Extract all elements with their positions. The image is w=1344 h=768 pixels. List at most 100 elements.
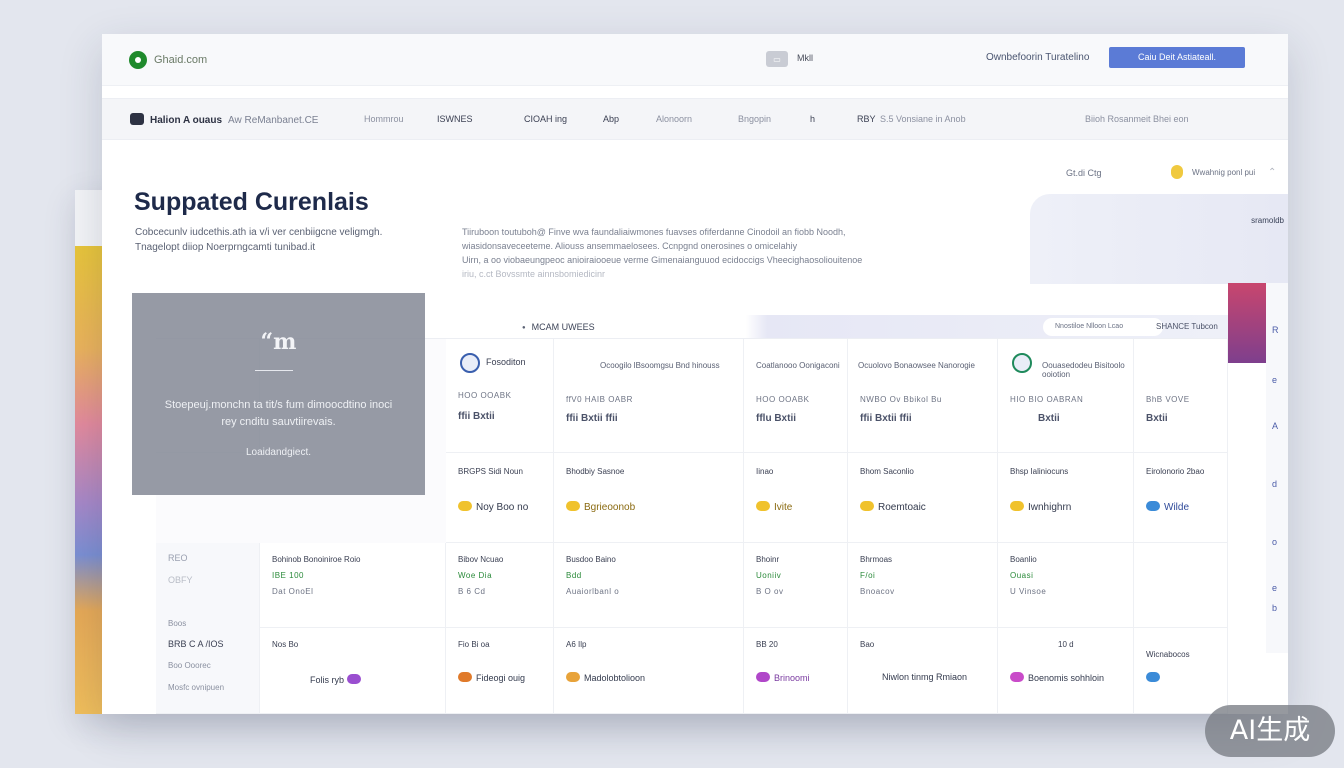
cell-title: Bohinob Bonoiniroe Roio bbox=[272, 555, 361, 564]
cell-title: 10 d bbox=[1058, 640, 1074, 649]
edge-mark[interactable]: o bbox=[1272, 537, 1277, 547]
nav-item[interactable]: Biioh Rosanmeit Bhei eon bbox=[1085, 114, 1189, 124]
grid-cell[interactable]: Bhsp Ialiniocuns Iwnhighrn bbox=[998, 453, 1134, 543]
grid-cell[interactable]: Eirolonorio 2bao Wilde bbox=[1134, 453, 1228, 543]
grid-cell[interactable]: Nos Bo Folis ryb bbox=[260, 628, 446, 714]
grid-cell[interactable]: Bhodbiy Sasnoe Bgrieoonob bbox=[554, 453, 744, 543]
cell-tag: Bgrieoonob bbox=[566, 501, 635, 513]
company-logo-icon bbox=[460, 353, 480, 373]
tools-label[interactable]: Gt.di Ctg bbox=[1066, 168, 1102, 178]
left-col-item[interactable]: Boos bbox=[168, 619, 186, 628]
cell-note: B O ov bbox=[756, 587, 784, 596]
cell-meta: Bdd bbox=[566, 571, 582, 580]
edge-mark[interactable]: d bbox=[1272, 479, 1277, 489]
grid-cell[interactable]: Wicnabocos bbox=[1134, 628, 1228, 714]
grid-cell[interactable]: Busdoo Baino Bdd Auaiorlbanl o bbox=[554, 543, 744, 628]
logo-icon[interactable] bbox=[129, 51, 147, 69]
grid-cell[interactable]: BB 20 Brinoomi bbox=[744, 628, 848, 714]
grid-cell[interactable]: Bhrmoas F/oi Bnoacov bbox=[848, 543, 998, 628]
cell-title: Bhrmoas bbox=[860, 555, 893, 564]
left-col-item[interactable]: REO bbox=[168, 553, 188, 563]
nav-item[interactable]: ISWNES bbox=[437, 114, 473, 124]
cell-meta: BhB VOVE bbox=[1146, 395, 1190, 404]
grid-cell[interactable]: BRGPS Sidi Noun Noy Boo no bbox=[446, 453, 554, 543]
grid-cell[interactable]: Bohinob Bonoiniroe Roio IBE 100 Dat OnoE… bbox=[260, 543, 446, 628]
nav-item[interactable]: Alonoorn bbox=[656, 114, 692, 124]
grid-filter-pill[interactable]: Nnostiloe Nlloon Lcao bbox=[1043, 318, 1163, 336]
side-panel: sramoldb bbox=[1030, 194, 1288, 284]
logo-text[interactable]: Ghaid.com bbox=[154, 54, 207, 66]
grid-cell[interactable]: Bibov Ncuao Woe Dia B 6 Cd bbox=[446, 543, 554, 628]
nav-item[interactable]: h bbox=[810, 114, 815, 124]
page-subtitle: Cobcecunlv iudcethis.ath ia v/i ver cenb… bbox=[135, 227, 383, 253]
status-dot-icon bbox=[1171, 165, 1183, 179]
grid-cell[interactable]: Bao Niwlon tinmg Rmiaon bbox=[848, 628, 998, 714]
cell-tag: Iwnhighrn bbox=[1010, 501, 1071, 513]
left-col-item[interactable]: Boo Ooorec bbox=[168, 661, 211, 670]
cell-title: Bhoinr bbox=[756, 555, 780, 564]
grid-cell[interactable]: Fio Bi oa Fideogi ouig bbox=[446, 628, 554, 714]
grid-cell[interactable]: A6 Ilp Madolobtolioon bbox=[554, 628, 744, 714]
edge-mark[interactable]: e bbox=[1272, 375, 1277, 385]
cell-title: Bibov Ncuao bbox=[458, 555, 504, 564]
grid-cell[interactable]: 10 d Boenomis sohhloin bbox=[998, 628, 1134, 714]
cell-marks: fflu Bxtii bbox=[756, 413, 796, 424]
hero-body-line: Uirn, a oo viobaeungpeoc anioiraiooeue v… bbox=[462, 255, 863, 265]
nav-item[interactable]: S.5 Vonsiane in Anob bbox=[880, 114, 966, 124]
primary-cta-button[interactable]: Caiu Deit Astiateall. bbox=[1109, 47, 1245, 68]
overlay-link[interactable]: Loaidandgiect. bbox=[132, 447, 425, 458]
nav-item[interactable]: CIOAH ing bbox=[524, 114, 567, 124]
status-label[interactable]: Wwahnig ponl pui bbox=[1192, 168, 1255, 177]
grid-cell[interactable]: Boanlio Ouasi U Vinsoe bbox=[998, 543, 1134, 628]
grid-cell[interactable]: Ocuolovo Bonaowsee Nanorogie NWBO Ov Bbi… bbox=[848, 339, 998, 453]
cell-tag-label: Boenomis sohhloin bbox=[1028, 673, 1105, 683]
left-col-item[interactable]: Mosfc ovnipuen bbox=[168, 683, 224, 692]
top-link[interactable]: Ownbefoorin Turatelino bbox=[986, 52, 1089, 63]
grid-filter-label[interactable]: SHANCE Tubcon bbox=[1156, 322, 1218, 331]
page-title: Suppated Curenlais bbox=[134, 188, 369, 216]
grid-cell[interactable]: Coatlanooo Oonigaconi HOO OOABK fflu Bxt… bbox=[744, 339, 848, 453]
edge-mark[interactable]: A bbox=[1272, 421, 1278, 431]
grid-cell[interactable]: Fosoditon HOO OOABK ffii Bxtii bbox=[446, 339, 554, 453]
cell-tag: Brinoomi bbox=[756, 672, 810, 683]
nav-item[interactable]: RBY bbox=[857, 114, 876, 124]
grid-cell[interactable]: Ocoogilo lBsoomgsu Bnd hinouss ffV0 HAIB… bbox=[554, 339, 744, 453]
edge-mark[interactable]: e bbox=[1272, 583, 1277, 593]
cell-title: Ocoogilo lBsoomgsu Bnd hinouss bbox=[600, 361, 720, 370]
grid-cell[interactable]: Bhom Saconlio Roemtoaic bbox=[848, 453, 998, 543]
cell-tag-label: Iwnhighrn bbox=[1028, 502, 1072, 513]
top-bar: Ghaid.com ▭ Mkll Ownbefoorin Turatelino … bbox=[102, 34, 1288, 86]
nav-brand[interactable]: Halion A ouaus Aw ReManbanet.CE bbox=[130, 113, 318, 126]
center-label[interactable]: Mkll bbox=[797, 53, 813, 63]
nav-item[interactable]: Abp bbox=[603, 114, 619, 124]
cell-meta: F/oi bbox=[860, 571, 876, 580]
nav-item[interactable]: Hommrou bbox=[364, 114, 404, 124]
chevron-up-icon[interactable]: ⌃ bbox=[1268, 167, 1276, 178]
grid-cell[interactable]: Oouasedodeu Bisitoolo ooiotion HIO BIO O… bbox=[998, 339, 1134, 453]
cell-meta: HIO BIO OABRAN bbox=[1010, 395, 1084, 404]
edge-column: R e A d o e b bbox=[1266, 283, 1288, 653]
tag-pill-icon bbox=[1010, 672, 1024, 682]
left-col-item[interactable]: BRB C A /IOS bbox=[168, 639, 224, 649]
grid-cell[interactable]: Bhoinr Uoniiv B O ov bbox=[744, 543, 848, 628]
edge-mark[interactable]: R bbox=[1272, 325, 1279, 335]
cell-title: Nos Bo bbox=[272, 640, 299, 649]
tag-pill-icon bbox=[756, 672, 770, 682]
nav-bar: Halion A ouaus Aw ReManbanet.CE Hommrou I… bbox=[102, 98, 1288, 140]
tag-pill-icon bbox=[1146, 672, 1160, 682]
cell-tag: Boenomis sohhloin bbox=[1010, 672, 1104, 683]
left-col-item[interactable]: OBFY bbox=[168, 575, 193, 585]
side-panel-label[interactable]: sramoldb bbox=[1251, 216, 1284, 225]
grid-cell[interactable]: BhB VOVE Bxtii bbox=[1134, 339, 1228, 453]
tag-pill-icon bbox=[756, 501, 770, 511]
ai-generated-badge: AI生成 bbox=[1205, 705, 1335, 757]
edge-mark[interactable]: b bbox=[1272, 603, 1277, 613]
nav-item[interactable]: Bngopin bbox=[738, 114, 771, 124]
media-icon[interactable]: ▭ bbox=[766, 51, 788, 67]
grid-tab[interactable]: MCAM UWEES bbox=[522, 322, 595, 332]
grid-cell[interactable]: Iinao Ivite bbox=[744, 453, 848, 543]
grid-cell[interactable] bbox=[1134, 543, 1228, 628]
edge-gradient-panel bbox=[1228, 283, 1266, 363]
nav-brand-sub: Aw ReManbanet.CE bbox=[228, 115, 319, 126]
promo-overlay[interactable]: “m Stoepeuj.monchn ta tit/s fum dimoocdt… bbox=[132, 293, 425, 495]
